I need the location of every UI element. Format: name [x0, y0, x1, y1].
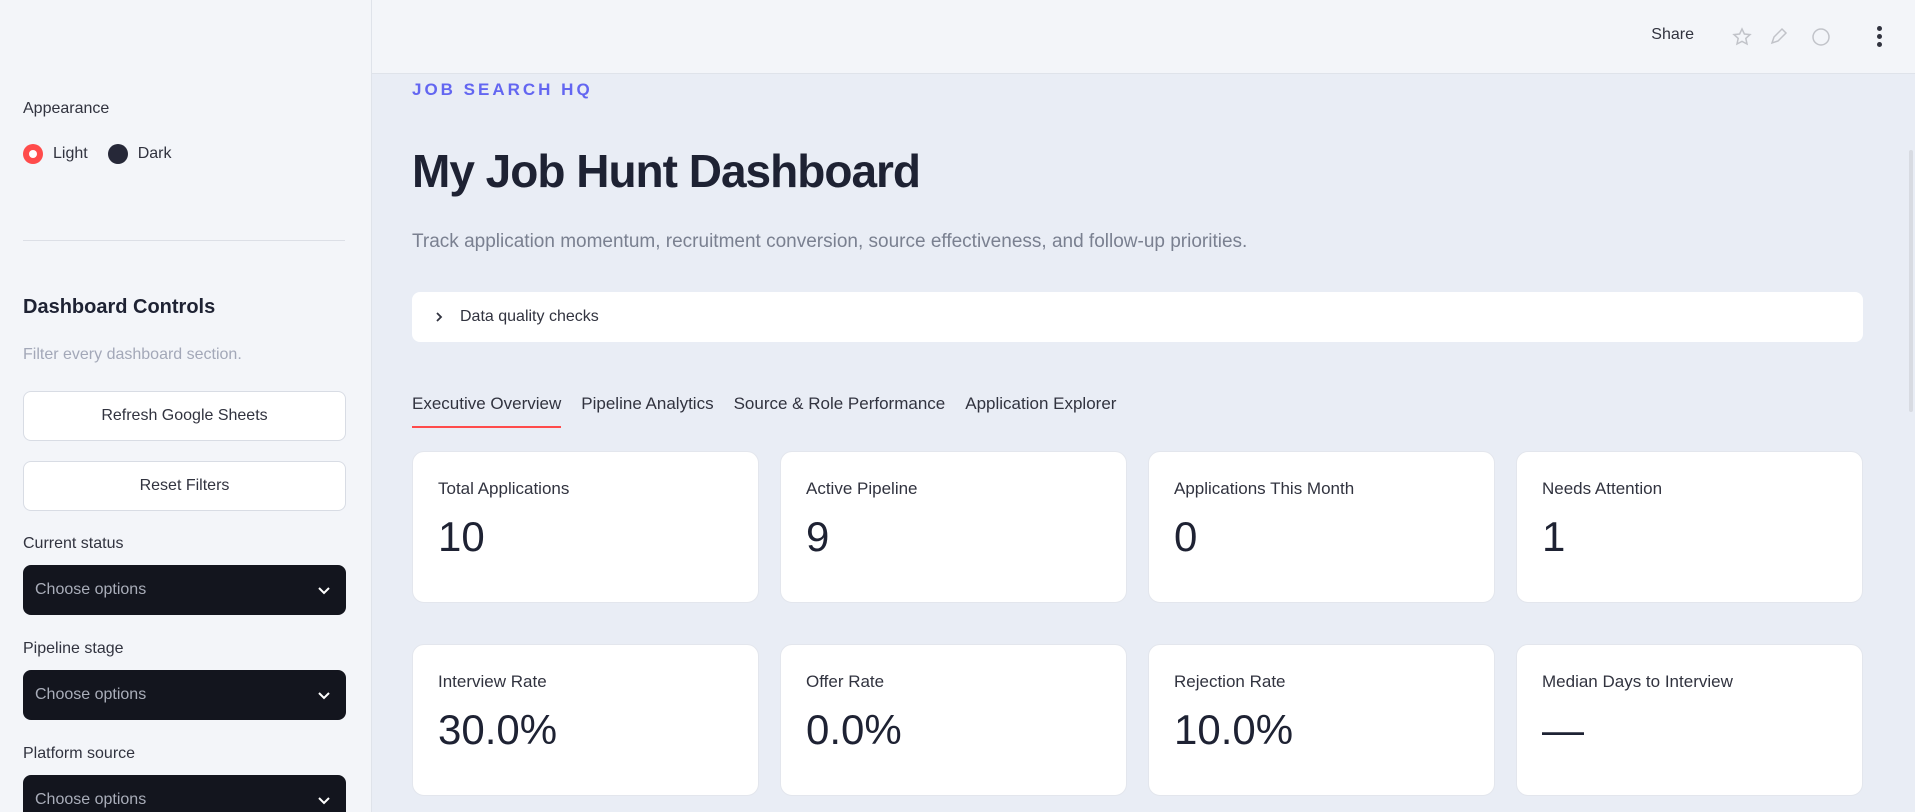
pipeline-stage-select[interactable]: Choose options: [23, 670, 346, 720]
metric-value: 0: [1174, 513, 1198, 560]
metric-label: Total Applications: [438, 479, 570, 498]
select-placeholder: Choose options: [35, 581, 147, 598]
app-header: Share: [372, 0, 1915, 74]
select-placeholder: Choose options: [35, 791, 147, 808]
metric-value: 10.0%: [1174, 706, 1294, 753]
tab-executive-overview[interactable]: Executive Overview: [412, 394, 562, 428]
metric-label: Rejection Rate: [1174, 672, 1286, 691]
radio-unselected-icon[interactable]: [107, 144, 128, 164]
radio-selected-icon[interactable]: [23, 144, 43, 164]
pipeline-stage-label: Pipeline stage: [23, 640, 124, 657]
expander-label: Data quality checks: [460, 308, 599, 325]
metric-label: Interview Rate: [438, 672, 547, 691]
dashboard-controls-title: Dashboard Controls: [23, 296, 216, 318]
current-status-select[interactable]: Choose options: [23, 565, 346, 615]
appearance-label: Appearance: [23, 100, 110, 117]
data-quality-expander[interactable]: Data quality checks: [412, 292, 1863, 342]
metric-value: 10: [438, 513, 485, 560]
chevron-right-icon: [436, 312, 443, 322]
reset-filters-button[interactable]: Reset Filters: [23, 461, 346, 511]
metric-value: 9: [806, 513, 830, 560]
page-subtitle: Track application momentum, recruitment …: [412, 231, 1248, 252]
dashboard-controls-subtitle: Filter every dashboard section.: [23, 346, 242, 363]
refresh-google-sheets-button[interactable]: Refresh Google Sheets: [23, 391, 346, 441]
share-button[interactable]: Share: [1651, 26, 1694, 44]
metric-label: Needs Attention: [1542, 479, 1663, 498]
appearance-option-label: Dark: [137, 145, 172, 162]
github-icon[interactable]: [1811, 27, 1831, 47]
metric-label: Median Days to Interview: [1542, 672, 1733, 691]
metric-card: Median Days to Interview —: [1516, 644, 1863, 796]
platform-source-select[interactable]: Choose options: [23, 775, 346, 812]
appearance-option-dark[interactable]: Dark: [107, 144, 172, 164]
metric-card: Interview Rate 30.0%: [412, 644, 759, 796]
metric-card: Needs Attention 1: [1516, 451, 1863, 603]
more-menu-icon[interactable]: [1877, 26, 1883, 48]
chevron-down-icon: [318, 797, 330, 805]
star-icon[interactable]: [1732, 27, 1752, 47]
metric-value: 1: [1542, 513, 1566, 560]
edit-icon[interactable]: [1768, 27, 1788, 47]
tab-pipeline-analytics[interactable]: Pipeline Analytics: [581, 394, 713, 428]
metric-card: Applications This Month 0: [1148, 451, 1495, 603]
metric-label: Offer Rate: [806, 672, 885, 691]
metric-card: Active Pipeline 9: [780, 451, 1127, 603]
select-placeholder: Choose options: [35, 686, 147, 703]
main-scrollbar[interactable]: [1909, 150, 1913, 412]
metric-value: 0.0%: [806, 706, 902, 753]
metric-value: —: [1542, 706, 1584, 753]
main-content: JOB SEARCH HQ My Job Hunt Dashboard Trac…: [372, 74, 1915, 812]
metric-label: Active Pipeline: [806, 479, 918, 498]
sidebar-divider: [23, 240, 345, 241]
page-title: My Job Hunt Dashboard: [412, 145, 921, 197]
chevron-down-icon: [318, 587, 330, 595]
appearance-option-light[interactable]: Light: [23, 144, 88, 164]
current-status-label: Current status: [23, 535, 124, 552]
metric-card: Offer Rate 0.0%: [780, 644, 1127, 796]
metric-card: Total Applications 10: [412, 451, 759, 603]
sidebar: Appearance Light Dark Dashboard Controls…: [0, 0, 372, 812]
eyebrow-label: JOB SEARCH HQ: [412, 80, 593, 99]
metric-card: Rejection Rate 10.0%: [1148, 644, 1495, 796]
chevron-down-icon: [318, 692, 330, 700]
tab-bar: Executive Overview Pipeline Analytics So…: [412, 394, 1136, 428]
metric-label: Applications This Month: [1174, 479, 1355, 498]
tab-application-explorer[interactable]: Application Explorer: [965, 394, 1116, 428]
appearance-radio-group: Light Dark: [23, 144, 191, 164]
platform-source-label: Platform source: [23, 745, 136, 762]
tab-source-role-performance[interactable]: Source & Role Performance: [734, 394, 946, 428]
appearance-option-label: Light: [53, 145, 88, 162]
metric-value: 30.0%: [438, 706, 558, 753]
